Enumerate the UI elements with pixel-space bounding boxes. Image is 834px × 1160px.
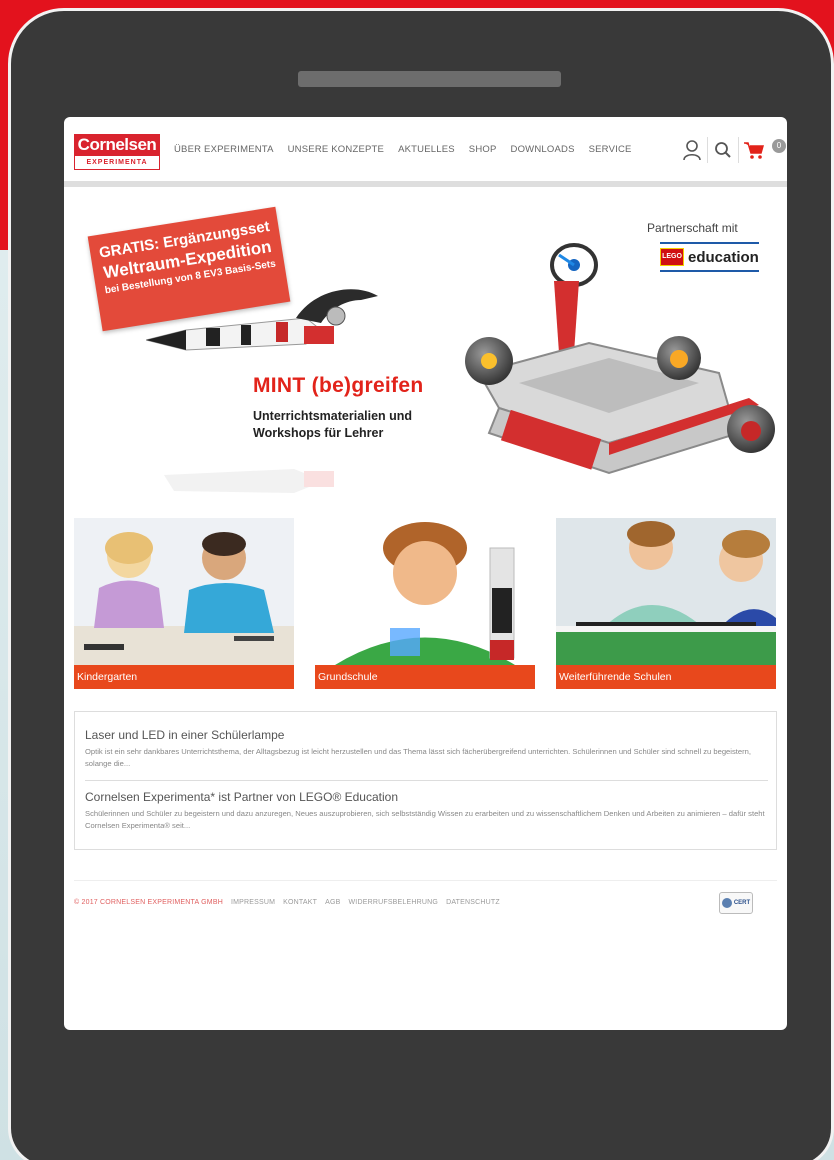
tablet-screen: Cornelsen EXPERIMENTA ÜBER EXPERIMENTA U… [64,117,787,1030]
main-nav: ÜBER EXPERIMENTA UNSERE KONZEPTE AKTUELL… [174,144,646,155]
logo-main-text: Cornelsen [74,134,160,156]
site-footer: © 2017 CORNELSEN EXPERIMENTA GMBH IMPRES… [74,899,508,906]
cornelsen-logo[interactable]: Cornelsen EXPERIMENTA [74,134,160,172]
footer-link-agb[interactable]: AGB [325,899,340,906]
category-tiles: Kindergarten Grundschule Weiterführende … [74,518,777,690]
cert-seal-icon [721,898,732,908]
footer-link-datenschutz[interactable]: DATENSCHUTZ [446,899,500,906]
news-title[interactable]: Laser und LED in einer Schülerlampe [85,728,765,742]
cert-label: CERT [733,900,751,906]
footer-divider [74,880,777,881]
footer-link-widerrufsbelehrung[interactable]: WIDERRUFSBELEHRUNG [349,899,439,906]
cart-icon[interactable] [743,137,765,163]
footer-copyright: © 2017 CORNELSEN EXPERIMENTA GMBH [74,899,223,906]
nav-item-unsere-konzepte[interactable]: UNSERE KONZEPTE [288,144,384,155]
hero-banner[interactable]: GRATIS: Ergänzungsset Weltraum-Expeditio… [64,193,787,496]
nav-item-shop[interactable]: SHOP [469,144,497,155]
header-icon-divider [738,137,739,163]
tile-kindergarten[interactable]: Kindergarten [74,518,294,689]
rocket-reflection [164,469,334,493]
search-icon[interactable] [712,137,734,163]
header-icon-divider [707,137,708,163]
lego-robot-image [465,243,775,475]
footer-link-impressum[interactable]: IMPRESSUM [231,899,275,906]
tile-label: Kindergarten [74,665,294,689]
weiterfuehrende-schulen-photo [556,518,776,665]
news-divider [85,780,768,781]
site-header: Cornelsen EXPERIMENTA ÜBER EXPERIMENTA U… [64,117,787,187]
tile-label: Weiterführende Schulen [556,665,776,689]
news-text: Optik ist ein sehr dankbares Unterrichts… [85,747,751,768]
tile-weiterfuehrende-schulen[interactable]: Weiterführende Schulen [556,518,776,689]
user-icon[interactable] [681,137,703,163]
nav-item-aktuelles[interactable]: AKTUELLES [398,144,455,155]
tile-grundschule[interactable]: Grundschule [315,518,535,689]
nav-item-downloads[interactable]: DOWNLOADS [511,144,575,155]
cert-badge[interactable]: CERT [719,892,753,914]
nav-item-service[interactable]: SERVICE [589,144,632,155]
grundschule-photo [315,518,535,665]
hero-subtitle: Unterrichtsmaterialien und Workshops für… [253,409,413,440]
news-text: Schülerinnen und Schüler zu begeistern u… [85,809,765,830]
hero-title: MINT (be)greifen [253,374,424,397]
nav-item-ueber-experimenta[interactable]: ÜBER EXPERIMENTA [174,144,274,155]
news-box: Laser und LED in einer Schülerlampe Opti… [74,711,777,850]
news-item[interactable]: Laser und LED in einer Schülerlampe Opti… [85,728,765,770]
news-title[interactable]: Cornelsen Experimenta* ist Partner von L… [85,790,765,804]
tile-label: Grundschule [315,665,535,689]
news-item[interactable]: Cornelsen Experimenta* ist Partner von L… [85,790,765,832]
cart-count-badge: 0 [772,139,786,153]
tablet-speaker [298,71,561,87]
header-icons: 0 [681,137,786,163]
footer-link-kontakt[interactable]: KONTAKT [283,899,317,906]
rocket-image [146,289,378,351]
logo-sub-text: EXPERIMENTA [74,156,160,170]
kindergarten-photo [74,518,294,665]
